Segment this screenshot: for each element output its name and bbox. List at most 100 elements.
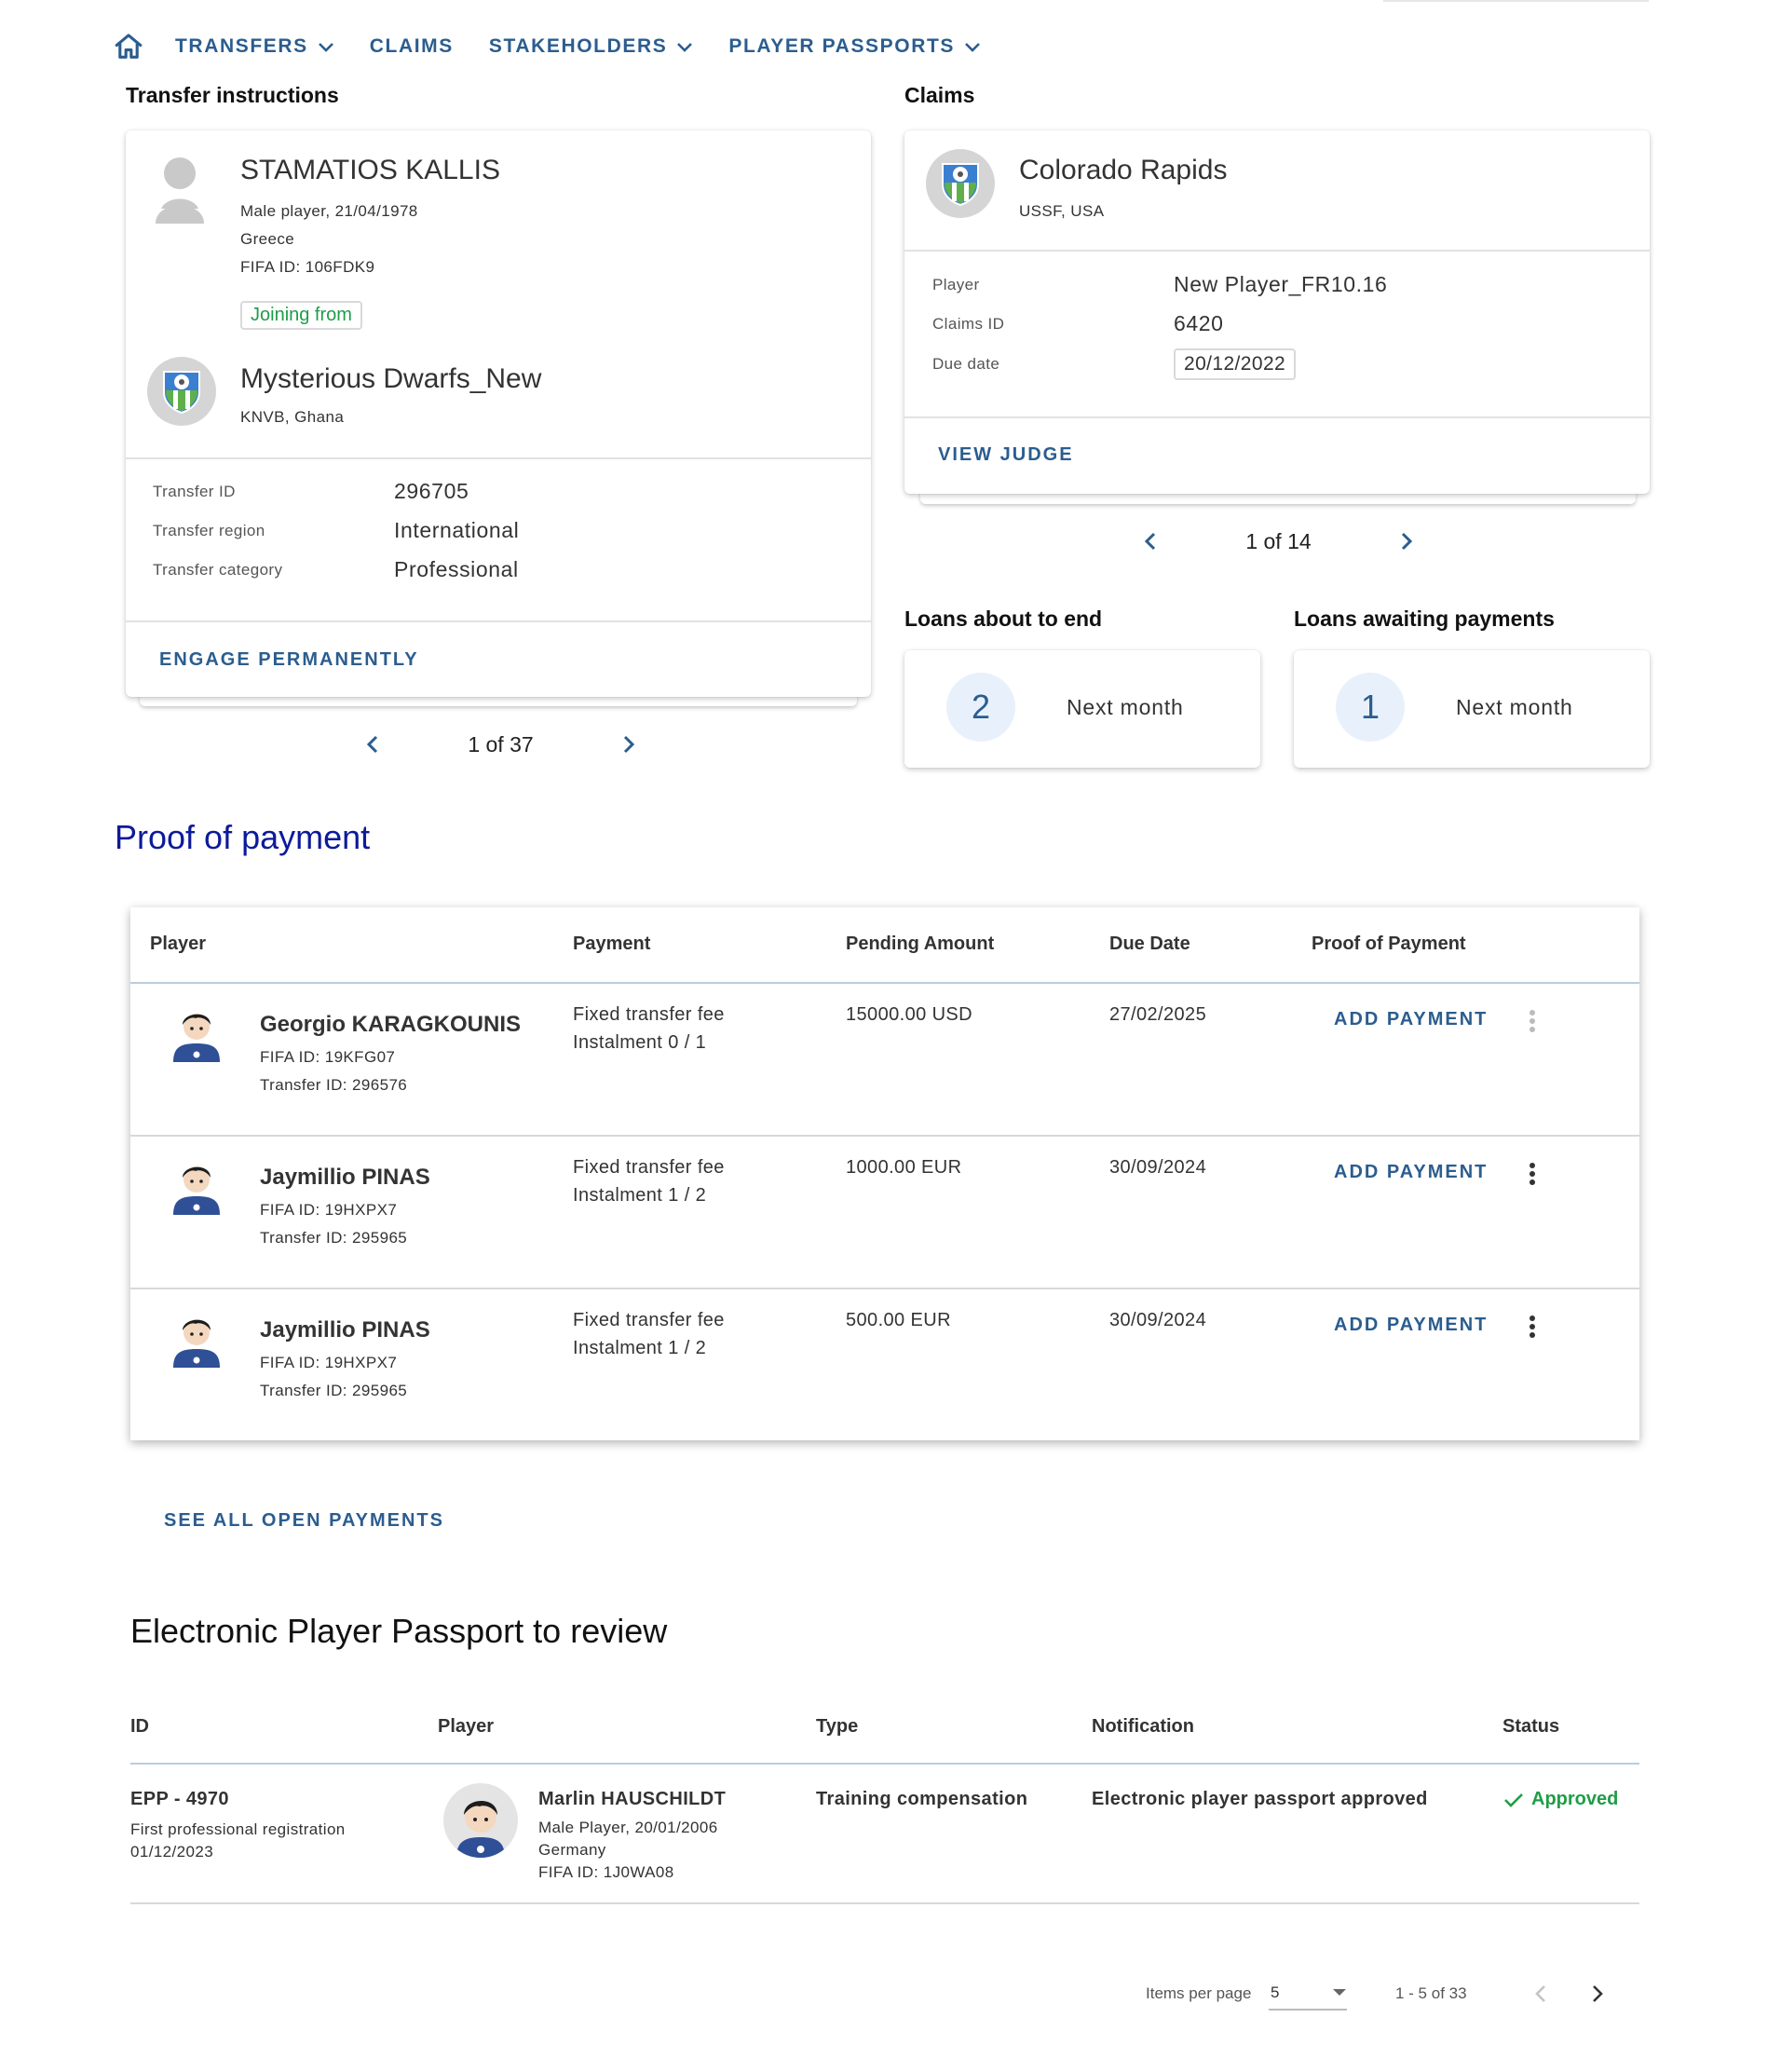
engage-permanently-button[interactable]: ENGAGE PERMANENTLY [159, 649, 419, 671]
player-transfer-id: Transfer ID: 295965 [260, 1382, 408, 1399]
chevron-down-icon [676, 41, 693, 52]
table-row: Jaymillio PINAS FIFA ID: 19HXPX7 Transfe… [130, 1289, 1639, 1440]
joining-from-badge: Joining from [240, 301, 362, 330]
card-divider [904, 416, 1650, 418]
pending-amount: 15000.00 USD [846, 1004, 973, 1025]
claims-id-value: 6420 [1174, 311, 1224, 335]
player-fifa-id: FIFA ID: 19HXPX7 [260, 1201, 398, 1219]
player-transfer-id: Transfer ID: 296576 [260, 1076, 408, 1094]
loans-ending-title: Loans about to end [904, 607, 1103, 631]
nav-player-passports[interactable]: PLAYER PASSPORTS [728, 35, 981, 58]
more-vert-icon[interactable] [1523, 1310, 1542, 1343]
due-date: 30/09/2024 [1109, 1157, 1207, 1178]
add-payment-button[interactable]: ADD PAYMENT [1334, 1162, 1488, 1183]
transfer-player-details: Male player, 21/04/1978 Greece FIFA ID: … [240, 198, 418, 281]
loans-awaiting-label: Next month [1456, 695, 1573, 719]
column-header-pending-amount: Pending Amount [846, 934, 995, 954]
transfer-club-meta: KNVB, Ghana [240, 408, 345, 426]
epp-type: Training compensation [816, 1789, 1028, 1809]
player-avatar-icon [170, 1157, 224, 1215]
pending-amount: 500.00 EUR [846, 1310, 951, 1330]
player-fifa-id: FIFA ID: 19HXPX7 [260, 1354, 398, 1371]
loans-ending-card[interactable]: 2 Next month [904, 650, 1260, 768]
chevron-right-icon[interactable] [1393, 527, 1421, 555]
add-payment-button[interactable]: ADD PAYMENT [1334, 1315, 1488, 1336]
see-all-open-payments-button[interactable]: SEE ALL OPEN PAYMENTS [164, 1510, 444, 1532]
loans-awaiting-title: Loans awaiting payments [1294, 607, 1555, 631]
transfer-id-value: 296705 [394, 479, 469, 503]
nav-stakeholders[interactable]: STAKEHOLDERS [489, 35, 694, 58]
dropdown-arrow-icon [1332, 1984, 1347, 2001]
column-header-status: Status [1502, 1716, 1560, 1737]
column-header-payment: Payment [573, 934, 651, 954]
epp-player-line2: Germany [538, 1841, 606, 1859]
next-page-icon[interactable] [1586, 1983, 1609, 2005]
epp-id-sub2: 01/12/2023 [130, 1843, 214, 1861]
chevron-down-icon [964, 41, 981, 52]
column-header-type: Type [816, 1716, 859, 1737]
home-icon[interactable] [112, 30, 145, 63]
transfer-category-label: Transfer category [153, 561, 283, 579]
nav-transfers-label: TRANSFERS [175, 35, 308, 57]
epp-player-line1: Male Player, 20/01/2006 [538, 1819, 718, 1836]
payment-type: Fixed transfer fee [573, 1157, 725, 1178]
transfer-card: STAMATIOS KALLIS Male player, 21/04/1978… [126, 130, 871, 697]
column-header-player: Player [150, 934, 207, 954]
table-row[interactable]: EPP - 4970 First professional registrati… [130, 1765, 1639, 1902]
player-name: Jaymillio PINAS [260, 1165, 430, 1190]
more-vert-icon[interactable] [1523, 1004, 1542, 1038]
epp-title: Electronic Player Passport to review [130, 1612, 668, 1650]
items-per-page-label: Items per page [1146, 1984, 1252, 2002]
player-avatar-icon [443, 1783, 518, 1858]
card-divider [126, 457, 871, 459]
epp-player-name: Marlin HAUSCHILDT [538, 1789, 727, 1809]
epp-player-line3: FIFA ID: 1J0WA08 [538, 1863, 674, 1881]
claims-player-label: Player [932, 276, 980, 293]
nav-transfers[interactable]: TRANSFERS [175, 35, 334, 58]
claims-player-value: New Player_FR10.16 [1174, 272, 1388, 296]
pending-amount: 1000.00 EUR [846, 1157, 962, 1178]
due-date: 27/02/2025 [1109, 1004, 1207, 1025]
payment-instalment: Instalment 0 / 1 [573, 1032, 707, 1053]
transfer-player-name: STAMATIOS KALLIS [240, 155, 500, 185]
column-header-player: Player [438, 1716, 495, 1737]
loans-ending-count: 2 [946, 673, 1015, 742]
more-vert-icon[interactable] [1523, 1157, 1542, 1191]
chevron-left-icon[interactable] [1136, 527, 1164, 555]
view-judge-button[interactable]: VIEW JUDGE [938, 444, 1074, 466]
loans-awaiting-card[interactable]: 1 Next month [1294, 650, 1650, 768]
player-silhouette-icon [152, 153, 208, 224]
card-divider [126, 620, 871, 622]
proof-of-payment-title: Proof of payment [115, 818, 371, 856]
transfer-category-value: Professional [394, 557, 519, 581]
chevron-left-icon[interactable] [359, 730, 387, 758]
transfer-player-line2: Greece [240, 230, 295, 248]
claims-card: Colorado Rapids USSF, USA Player New Pla… [904, 130, 1650, 494]
payment-instalment: Instalment 1 / 2 [573, 1338, 707, 1358]
player-transfer-id: Transfer ID: 295965 [260, 1229, 408, 1247]
transfer-player-line1: Male player, 21/04/1978 [240, 202, 418, 220]
chevron-right-icon[interactable] [615, 730, 643, 758]
player-avatar-icon [170, 1310, 224, 1368]
column-header-notification: Notification [1092, 1716, 1194, 1737]
previous-page-icon[interactable] [1529, 1983, 1552, 2005]
page-range: 1 - 5 of 33 [1395, 1984, 1467, 2002]
epp-id: EPP - 4970 [130, 1789, 229, 1809]
transfer-pager: 1 of 37 [359, 730, 643, 758]
nav-claims[interactable]: CLAIMS [370, 35, 454, 58]
epp-id-sub1: First professional registration [130, 1820, 346, 1838]
nav-stakeholders-label: STAKEHOLDERS [488, 35, 668, 57]
top-navigation: TRANSFERS CLAIMS STAKEHOLDERS PLAYER PAS… [112, 28, 1016, 65]
player-avatar-icon [170, 1004, 224, 1062]
status-badge: Approved [1503, 1789, 1618, 1810]
card-divider [904, 250, 1650, 252]
player-name: Georgio KARAGKOUNIS [260, 1012, 522, 1037]
claims-pager-label: 1 of 14 [1245, 528, 1312, 553]
column-header-due-date: Due Date [1109, 934, 1190, 954]
loans-awaiting-count: 1 [1336, 673, 1405, 742]
table-row: Jaymillio PINAS FIFA ID: 19HXPX7 Transfe… [130, 1137, 1639, 1288]
page-size-select[interactable]: 5 [1269, 1977, 1347, 2011]
nav-player-passports-label: PLAYER PASSPORTS [728, 35, 955, 57]
add-payment-button[interactable]: ADD PAYMENT [1334, 1009, 1488, 1030]
loans-ending-label: Next month [1067, 695, 1184, 719]
